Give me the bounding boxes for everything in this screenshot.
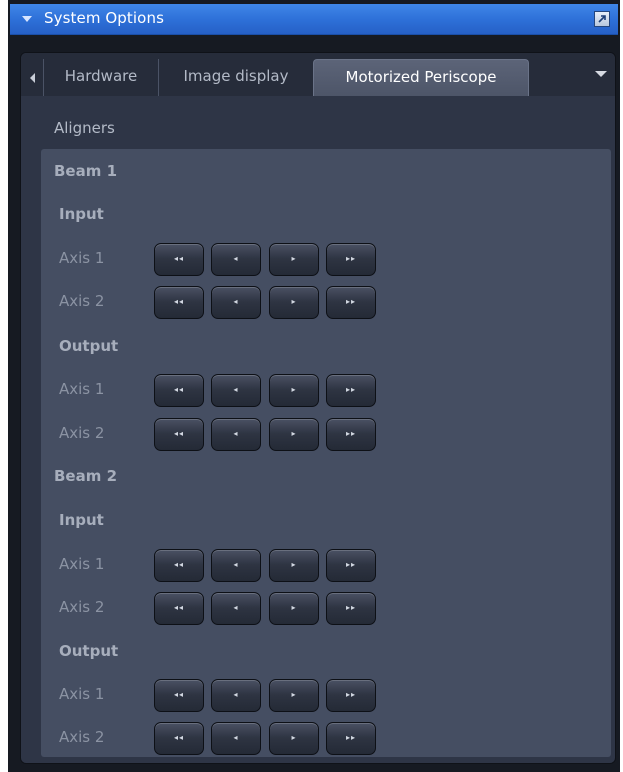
beam-2-input-label: Input (59, 511, 104, 529)
fast-forward-button[interactable]: ▸▸ (326, 592, 376, 625)
beam-1-output-label: Output (59, 337, 119, 355)
tab-strip: Hardware Image display Motorized Perisco… (21, 53, 615, 96)
back-button[interactable]: ◂ (211, 722, 261, 755)
fast-forward-button[interactable]: ▸▸ (326, 722, 376, 755)
forward-button[interactable]: ▸ (269, 722, 319, 755)
forward-button[interactable]: ▸ (269, 243, 319, 276)
tab-image-display[interactable]: Image display (158, 59, 313, 96)
beam-2-output-axis-1-label: Axis 1 (59, 685, 105, 703)
aligners-content: Beam 1 Input Axis 1 ◂◂ ◂ ▸ ▸▸ Axis 2 ◂◂ … (41, 149, 611, 757)
forward-button[interactable]: ▸ (269, 592, 319, 625)
fast-back-button[interactable]: ◂◂ (154, 243, 204, 276)
fast-forward-button[interactable]: ▸▸ (326, 549, 376, 582)
beam-1-input-axis-1-label: Axis 1 (59, 249, 105, 267)
beam-1-input-axis-2-label: Axis 2 (59, 292, 105, 310)
beam-1-output-axis-2-label: Axis 2 (59, 424, 105, 442)
beam-2-output-label: Output (59, 642, 119, 660)
tab-menu-dropdown-icon[interactable] (595, 71, 607, 77)
forward-button[interactable]: ▸ (269, 418, 319, 451)
back-button[interactable]: ◂ (211, 286, 261, 319)
fast-forward-button[interactable]: ▸▸ (326, 679, 376, 712)
fast-forward-button[interactable]: ▸▸ (326, 286, 376, 319)
undock-icon[interactable] (594, 11, 610, 27)
fast-forward-button[interactable]: ▸▸ (326, 243, 376, 276)
beam-2-output-axis-2-label: Axis 2 (59, 728, 105, 746)
fast-back-button[interactable]: ◂◂ (154, 374, 204, 407)
fast-back-button[interactable]: ◂◂ (154, 286, 204, 319)
beam-2-label: Beam 2 (54, 467, 118, 485)
forward-button[interactable]: ▸ (269, 549, 319, 582)
back-button[interactable]: ◂ (211, 418, 261, 451)
fast-back-button[interactable]: ◂◂ (154, 679, 204, 712)
beam-2-input-axis-2-label: Axis 2 (59, 598, 105, 616)
fast-forward-button[interactable]: ▸▸ (326, 418, 376, 451)
tab-hardware[interactable]: Hardware (43, 59, 158, 96)
fast-back-button[interactable]: ◂◂ (154, 549, 204, 582)
forward-button[interactable]: ▸ (269, 374, 319, 407)
back-button[interactable]: ◂ (211, 679, 261, 712)
forward-button[interactable]: ▸ (269, 286, 319, 319)
tab-motorized-periscope[interactable]: Motorized Periscope (313, 59, 529, 96)
beam-1-output-axis-1-label: Axis 1 (59, 380, 105, 398)
beam-1-input-label: Input (59, 205, 104, 223)
fast-back-button[interactable]: ◂◂ (154, 722, 204, 755)
collapse-arrow-icon[interactable] (22, 16, 32, 22)
back-button[interactable]: ◂ (211, 374, 261, 407)
beam-2-input-axis-1-label: Axis 1 (59, 555, 105, 573)
panel-title-bar[interactable]: System Options (10, 4, 618, 35)
tab-scroll-left-icon[interactable] (23, 59, 43, 96)
panel-title: System Options (44, 9, 164, 27)
back-button[interactable]: ◂ (211, 592, 261, 625)
back-button[interactable]: ◂ (211, 243, 261, 276)
options-panel: Hardware Image display Motorized Perisco… (20, 52, 616, 764)
fast-back-button[interactable]: ◂◂ (154, 418, 204, 451)
system-options-window: System Options Hardware Image display Mo… (8, 0, 620, 772)
beam-1-label: Beam 1 (54, 162, 118, 180)
section-heading-aligners: Aligners (54, 119, 115, 137)
back-button[interactable]: ◂ (211, 549, 261, 582)
fast-back-button[interactable]: ◂◂ (154, 592, 204, 625)
fast-forward-button[interactable]: ▸▸ (326, 374, 376, 407)
forward-button[interactable]: ▸ (269, 679, 319, 712)
